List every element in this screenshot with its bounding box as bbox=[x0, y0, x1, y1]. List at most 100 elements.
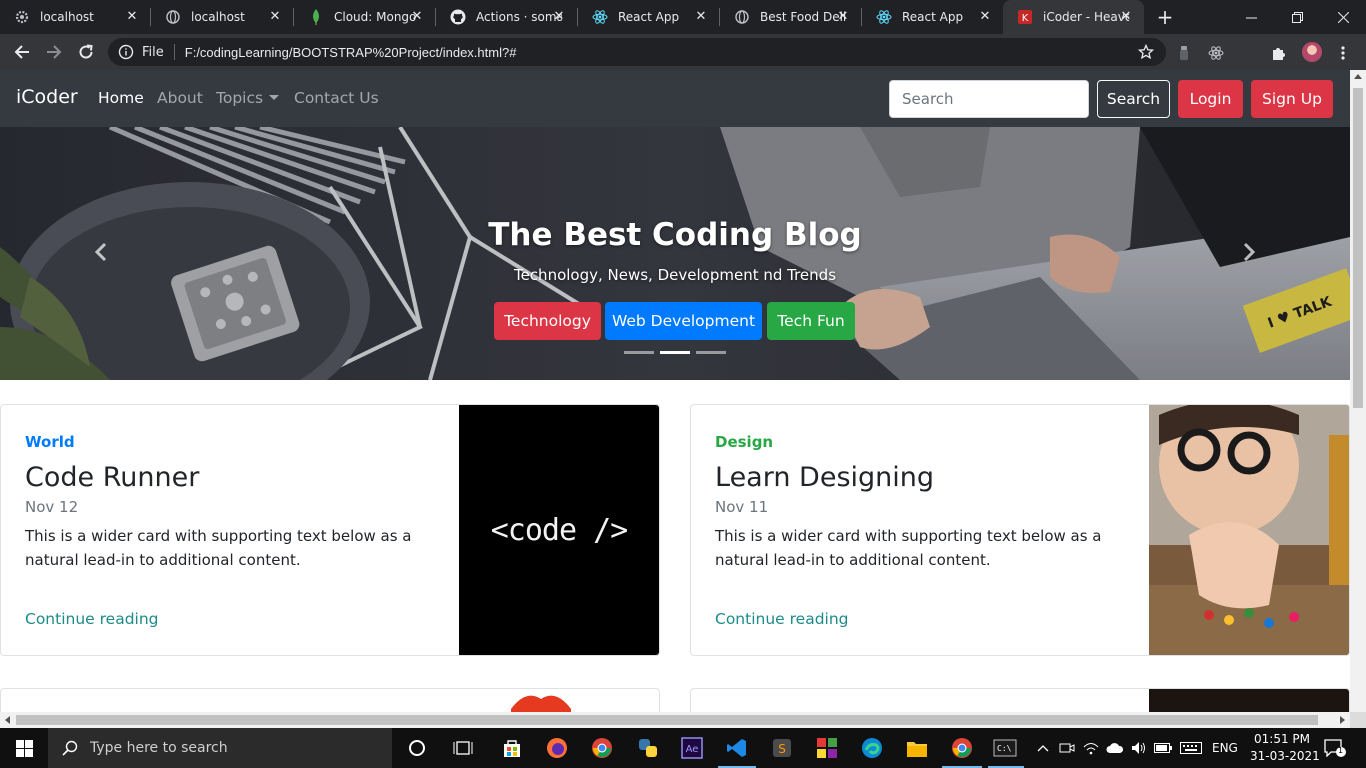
card-category: World bbox=[25, 433, 75, 451]
nav-topics-dropdown[interactable]: Topics bbox=[216, 89, 280, 107]
back-button[interactable] bbox=[10, 40, 34, 64]
svg-text:Ae: Ae bbox=[686, 744, 699, 755]
code-image-text: <code /> bbox=[490, 512, 628, 548]
hero-carousel: I ♥ TALK The Best Coding Blog Technology… bbox=[0, 127, 1350, 380]
cortana-icon[interactable] bbox=[405, 736, 429, 760]
globe-icon bbox=[165, 9, 181, 25]
notifications-icon[interactable]: 1 bbox=[1324, 739, 1346, 757]
profile-avatar[interactable] bbox=[1302, 42, 1322, 62]
continue-reading-link[interactable]: Continue reading bbox=[25, 610, 159, 628]
menu-kebab-icon[interactable] bbox=[1334, 44, 1352, 62]
nav-contact[interactable]: Contact Us bbox=[294, 89, 379, 107]
technology-button[interactable]: Technology bbox=[494, 302, 601, 340]
volume-icon[interactable] bbox=[1130, 739, 1148, 757]
info-icon[interactable] bbox=[118, 44, 134, 60]
extension-icon[interactable] bbox=[1175, 44, 1193, 62]
chrome-icon[interactable] bbox=[950, 736, 974, 760]
taskbar-search-box[interactable]: Type here to search bbox=[48, 728, 392, 768]
browser-tab-6[interactable]: Best Food Deli ✕ bbox=[720, 0, 861, 34]
horizontal-scrollbar[interactable] bbox=[0, 712, 1350, 728]
after-effects-icon[interactable]: Ae bbox=[680, 736, 704, 760]
search-input[interactable] bbox=[889, 80, 1089, 118]
wifi-icon[interactable] bbox=[1082, 739, 1100, 757]
carousel-indicator-2[interactable] bbox=[660, 351, 690, 354]
close-icon[interactable]: ✕ bbox=[124, 9, 140, 25]
close-window-button[interactable] bbox=[1320, 0, 1366, 34]
scroll-right-icon[interactable] bbox=[1340, 716, 1345, 724]
windows-start-button[interactable] bbox=[0, 728, 48, 768]
chrome-icon[interactable] bbox=[590, 736, 614, 760]
carousel-title: The Best Coding Blog bbox=[488, 217, 862, 253]
browser-toolbar: File F:/codingLearning/BOOTSTRAP%20Proje… bbox=[0, 34, 1366, 70]
firefox-icon[interactable] bbox=[545, 736, 569, 760]
python-icon[interactable] bbox=[636, 736, 660, 760]
browser-tab-2[interactable]: localhost ✕ bbox=[151, 0, 293, 34]
carousel-indicator-1[interactable] bbox=[624, 351, 654, 354]
scroll-up-icon[interactable] bbox=[1354, 74, 1362, 79]
login-button[interactable]: Login bbox=[1178, 80, 1243, 118]
browser-tab-active[interactable]: K iCoder - Heave ✕ bbox=[1003, 0, 1144, 34]
nav-about[interactable]: About bbox=[157, 89, 203, 107]
caret-down-icon bbox=[269, 95, 280, 100]
scrollbar-thumb[interactable] bbox=[16, 715, 1318, 725]
browser-tab-1[interactable]: localhost ✕ bbox=[0, 0, 150, 34]
card-category: Design bbox=[715, 433, 774, 451]
url-text[interactable]: F:/codingLearning/BOOTSTRAP%20Project/in… bbox=[185, 45, 517, 60]
language-indicator[interactable]: ENG bbox=[1212, 741, 1238, 755]
close-icon[interactable]: ✕ bbox=[977, 9, 993, 25]
battery-icon[interactable] bbox=[1154, 739, 1172, 757]
search-button[interactable]: Search bbox=[1097, 80, 1170, 118]
close-icon[interactable]: ✕ bbox=[1118, 9, 1134, 25]
extensions-puzzle-icon[interactable] bbox=[1270, 44, 1288, 62]
web-development-button[interactable]: Web Development bbox=[605, 302, 762, 340]
close-icon[interactable]: ✕ bbox=[409, 9, 425, 25]
terminal-icon[interactable]: C:\ bbox=[993, 736, 1017, 760]
close-icon[interactable]: ✕ bbox=[267, 9, 283, 25]
react-icon bbox=[592, 9, 608, 25]
chevron-up-icon[interactable] bbox=[1034, 739, 1052, 757]
windows-taskbar: Type here to search Ae S C:\ ENG 01:51 P… bbox=[0, 728, 1366, 768]
reload-button[interactable] bbox=[74, 40, 98, 64]
site-navbar: iCoder Home About Topics Contact Us Sear… bbox=[0, 70, 1350, 127]
tab-label: React App bbox=[902, 10, 964, 24]
clock-time[interactable]: 01:51 PM bbox=[1254, 732, 1310, 746]
icoder-icon: K bbox=[1017, 9, 1033, 25]
close-icon[interactable]: ✕ bbox=[551, 9, 567, 25]
scroll-left-icon[interactable] bbox=[5, 716, 10, 724]
continue-reading-link[interactable]: Continue reading bbox=[715, 610, 849, 628]
card-text: This is a wider card with supporting tex… bbox=[715, 527, 1102, 569]
file-explorer-icon[interactable] bbox=[905, 736, 929, 760]
meet-now-icon[interactable] bbox=[1058, 739, 1076, 757]
edge-icon[interactable] bbox=[860, 736, 884, 760]
bookmark-star-icon[interactable] bbox=[1137, 43, 1155, 60]
vscode-icon[interactable] bbox=[725, 736, 749, 760]
vertical-scrollbar[interactable] bbox=[1350, 70, 1366, 712]
tab-label: Actions · soma bbox=[476, 10, 562, 24]
store-icon[interactable] bbox=[500, 736, 524, 760]
close-icon[interactable]: ✕ bbox=[835, 9, 851, 25]
task-view-icon[interactable] bbox=[451, 736, 475, 760]
sublime-icon[interactable]: S bbox=[770, 736, 794, 760]
new-tab-button[interactable]: + bbox=[1155, 7, 1175, 27]
react-devtools-icon[interactable] bbox=[1207, 44, 1225, 62]
scrollbar-thumb[interactable] bbox=[1353, 88, 1363, 408]
browser-tab-5[interactable]: React App ✕ bbox=[578, 0, 719, 34]
svg-text:C:\: C:\ bbox=[997, 744, 1012, 753]
minimize-button[interactable] bbox=[1228, 0, 1274, 34]
app-grid-icon[interactable] bbox=[815, 736, 839, 760]
address-bar[interactable]: File F:/codingLearning/BOOTSTRAP%20Proje… bbox=[108, 38, 1166, 66]
carousel-indicator-3[interactable] bbox=[696, 351, 726, 354]
browser-tab-4[interactable]: Actions · soma ✕ bbox=[436, 0, 577, 34]
signup-button[interactable]: Sign Up bbox=[1251, 80, 1333, 118]
clock-date[interactable]: 31-03-2021 bbox=[1250, 749, 1320, 763]
restore-button[interactable] bbox=[1274, 0, 1320, 34]
browser-tab-3[interactable]: Cloud: Mongo ✕ bbox=[294, 0, 435, 34]
keyboard-icon[interactable] bbox=[1180, 739, 1202, 757]
close-icon[interactable]: ✕ bbox=[693, 9, 709, 25]
browser-tab-7[interactable]: React App ✕ bbox=[862, 0, 1003, 34]
onedrive-cloud-icon[interactable] bbox=[1106, 739, 1124, 757]
tech-fun-button[interactable]: Tech Fun bbox=[767, 302, 855, 340]
nav-home[interactable]: Home bbox=[98, 89, 144, 107]
forward-button[interactable] bbox=[42, 40, 66, 64]
site-brand[interactable]: iCoder bbox=[16, 86, 78, 108]
